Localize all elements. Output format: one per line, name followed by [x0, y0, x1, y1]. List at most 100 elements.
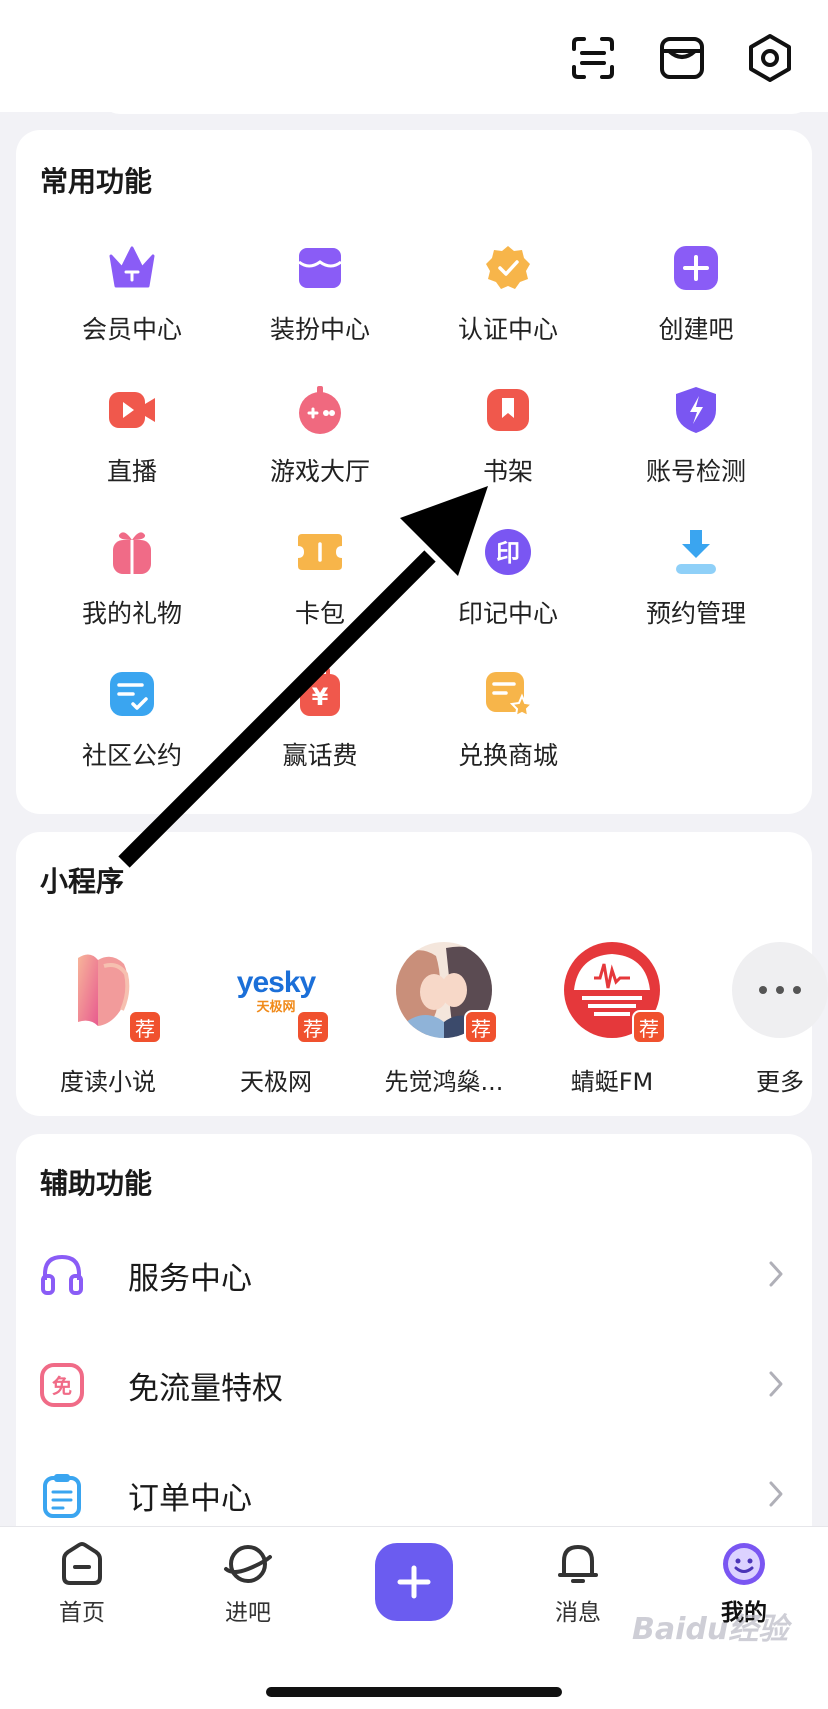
row-service-center[interactable]: 服务中心 [16, 1220, 812, 1330]
yuan-glyph: ¥ [312, 683, 329, 711]
settings-hex-icon[interactable] [740, 28, 800, 88]
mini-program-qingting-fm[interactable]: 荐 蜻蜓FM [532, 942, 692, 1097]
chevron-right-icon [769, 1481, 783, 1507]
planet-icon [224, 1545, 272, 1583]
recommend-badge: 荐 [128, 1010, 162, 1044]
grid-item-label: 直播 [106, 457, 157, 486]
section-title: 辅助功能 [40, 1167, 153, 1200]
clipboard-icon [38, 1471, 86, 1519]
tab-jinba[interactable]: 进吧 [188, 1541, 308, 1627]
store-box-icon[interactable] [652, 28, 712, 88]
row-label: 免流量特权 [128, 1370, 283, 1407]
more-dots-icon [732, 942, 828, 1038]
gift-icon [106, 526, 158, 578]
grid-item-label: 会员中心 [81, 315, 182, 344]
seal-icon: 印 [482, 526, 534, 578]
mini-program-more[interactable]: 更多 [700, 942, 828, 1097]
mini-program-label: 度读小说 [60, 1068, 156, 1096]
tab-label: 消息 [555, 1600, 601, 1626]
post-plus-button[interactable] [375, 1543, 453, 1621]
video-camera-icon [106, 384, 158, 436]
recommend-badge: 荐 [464, 1010, 498, 1044]
tab-home[interactable]: 首页 [22, 1541, 142, 1627]
free-data-icon: 免 [38, 1361, 86, 1409]
qingting-fm-logo-icon: 荐 [564, 942, 666, 1044]
mini-program-dudu[interactable]: 荐 度读小说 [28, 942, 188, 1097]
grid-item-label: 认证中心 [457, 315, 558, 344]
yesky-logo-text: yesky [236, 965, 316, 999]
grid-item-bookshelf[interactable]: 书架 [414, 384, 602, 504]
home-icon [62, 1542, 102, 1585]
plus-icon [397, 1565, 431, 1599]
grid-item-card-wallet[interactable]: 卡包 [226, 526, 414, 646]
grid-item-dress-center[interactable]: 装扮中心 [226, 242, 414, 362]
grid-item-label: 兑换商城 [457, 741, 558, 770]
grid-item-label: 装扮中心 [269, 315, 370, 344]
grid-item-my-gifts[interactable]: 我的礼物 [38, 526, 226, 646]
gamepad-icon [294, 384, 346, 436]
mini-program-label: 蜻蜓FM [570, 1068, 654, 1096]
grid-item-win-credit[interactable]: ¥ 赢话费 [226, 668, 414, 788]
bookmark-icon [482, 384, 534, 436]
ticket-icon [294, 526, 346, 578]
top-bar-edge [100, 92, 812, 114]
row-free-data[interactable]: 免 免流量特权 [16, 1330, 812, 1440]
seal-glyph: 印 [496, 539, 520, 567]
tab-messages[interactable]: 消息 [518, 1541, 638, 1627]
crown-icon [106, 242, 158, 294]
mini-program-xianjue[interactable]: 荐 先觉鸿燊... [364, 942, 524, 1097]
mini-program-label: 更多 [756, 1068, 804, 1096]
watermark-text: Baidu经验 [632, 1612, 789, 1647]
exchange-note-icon [482, 668, 534, 720]
shop-icon [294, 242, 346, 294]
row-label: 订单中心 [128, 1480, 252, 1517]
row-label: 服务中心 [128, 1260, 252, 1297]
grid-item-reservation[interactable]: 预约管理 [602, 526, 790, 646]
grid-item-exchange-mall[interactable]: 兑换商城 [414, 668, 602, 788]
headset-icon [38, 1251, 86, 1299]
chevron-right-icon [769, 1261, 783, 1287]
yesky-logo-sub: 天极网 [256, 999, 296, 1015]
bell-icon [558, 1545, 598, 1583]
section-title: 小程序 [40, 865, 125, 898]
grid-item-label: 创建吧 [658, 315, 734, 344]
free-data-glyph: 免 [52, 1374, 72, 1398]
grid-item-label: 游戏大厅 [269, 457, 370, 486]
smile-avatar-icon [723, 1543, 765, 1585]
grid-item-verify-center[interactable]: 认证中心 [414, 242, 602, 362]
couple-avatar-icon: 荐 [396, 942, 498, 1044]
grid-item-imprint-center[interactable]: 印 印记中心 [414, 526, 602, 646]
mini-program-label: 天极网 [240, 1068, 312, 1096]
grid-item-label: 账号检测 [645, 457, 746, 486]
scan-icon[interactable] [563, 28, 623, 88]
plus-square-icon [670, 242, 722, 294]
grid-item-game-hall[interactable]: 游戏大厅 [226, 384, 414, 504]
grid-item-label: 印记中心 [457, 599, 558, 628]
grid-item-account-check[interactable]: 账号检测 [602, 384, 790, 504]
frequent-functions-card: 常用功能 会员中心 装扮中心 认证中心 创建吧 直播 游戏大厅 书架 账号检测 … [16, 130, 812, 814]
grid-item-member-center[interactable]: 会员中心 [38, 242, 226, 362]
recommend-badge: 荐 [632, 1010, 666, 1044]
grid-item-label: 我的礼物 [81, 599, 182, 628]
shield-bolt-icon [670, 384, 722, 436]
recommend-badge: 荐 [296, 1010, 330, 1044]
section-title: 常用功能 [40, 165, 153, 198]
grid-item-live[interactable]: 直播 [38, 384, 226, 504]
yuan-icon: ¥ [294, 668, 346, 720]
home-indicator [266, 1687, 562, 1697]
grid-item-label: 书架 [482, 457, 533, 486]
mini-programs-card: 小程序 荐 度读小说 yesky 天极网 荐 天极网 荐 先觉鸿燊... 荐 蜻… [16, 832, 828, 1116]
checklist-icon [106, 668, 158, 720]
top-bar [0, 0, 828, 114]
grid-item-label: 赢话费 [282, 741, 358, 770]
grid-item-label: 预约管理 [645, 599, 746, 628]
tab-label: 首页 [59, 1600, 105, 1626]
yesky-logo-icon: yesky 天极网 荐 [228, 942, 330, 1044]
verified-badge-icon [482, 242, 534, 294]
chevron-right-icon [769, 1371, 783, 1397]
grid-item-create-bar[interactable]: 创建吧 [602, 242, 790, 362]
download-tray-icon [670, 526, 722, 578]
grid-item-community-rules[interactable]: 社区公约 [38, 668, 226, 788]
mini-program-yesky[interactable]: yesky 天极网 荐 天极网 [196, 942, 356, 1097]
grid-item-label: 社区公约 [81, 741, 182, 770]
